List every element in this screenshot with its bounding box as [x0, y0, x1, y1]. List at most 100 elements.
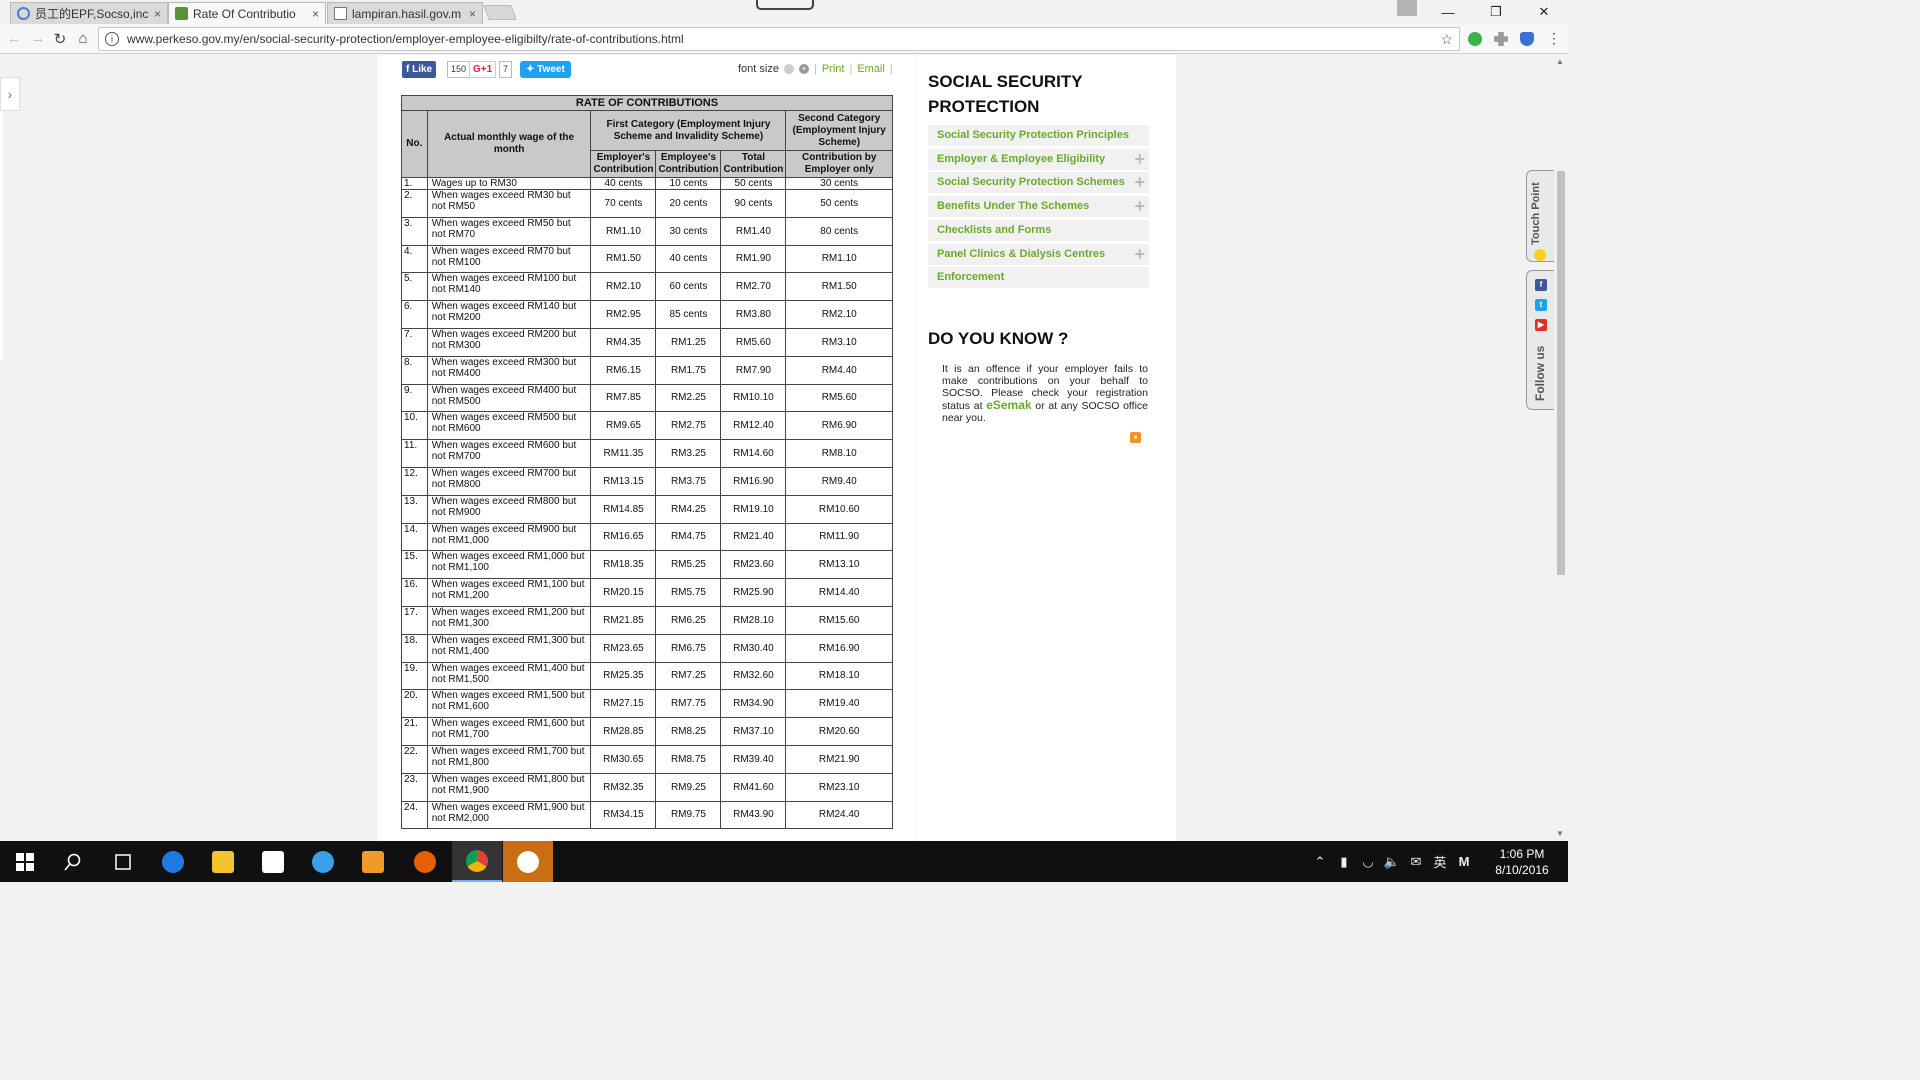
sidebar-menu-item[interactable]: Social Security Protection Schemes +: [928, 172, 1149, 194]
taskbar-wechat[interactable]: [503, 841, 553, 882]
table-row: 14. When wages exceed RM900 but not RM1,0…: [401, 522, 893, 552]
employer-only-contribution: RM19.40: [785, 689, 893, 719]
expand-plus-icon[interactable]: +: [1134, 245, 1145, 263]
close-window-icon[interactable]: ✕: [1520, 0, 1568, 24]
email-link[interactable]: Email: [857, 63, 885, 75]
row-number: 23.: [401, 772, 428, 802]
expand-plus-icon[interactable]: +: [1134, 150, 1145, 168]
tweet-button[interactable]: ✦ Tweet: [520, 61, 571, 78]
battery-icon[interactable]: ▮: [1332, 854, 1356, 870]
tab-rate-of-contributions[interactable]: Rate Of Contributio ×: [168, 2, 326, 24]
row-number: 13.: [401, 494, 428, 524]
puzzle-extension-icon[interactable]: [1494, 32, 1508, 46]
row-number: 24.: [401, 800, 428, 830]
menu-item-label: Social Security Protection Schemes: [937, 176, 1125, 189]
notification-icon[interactable]: ✉: [1404, 854, 1428, 870]
taskbar-edge[interactable]: [148, 841, 198, 882]
wifi-icon[interactable]: ◡: [1356, 854, 1380, 870]
twitter-icon[interactable]: t: [1535, 299, 1547, 311]
wage-range: When wages exceed RM1,200 but not RM1,30…: [426, 605, 592, 635]
sidebar-menu-item[interactable]: Employer & Employee Eligibility +: [928, 148, 1149, 170]
menu-kebab-icon[interactable]: ⋮: [1544, 30, 1564, 47]
volume-icon[interactable]: 🔈: [1380, 854, 1404, 870]
close-icon[interactable]: ×: [312, 7, 319, 21]
facebook-icon[interactable]: f: [1535, 279, 1547, 291]
sidebar-menu-item[interactable]: Enforcement: [928, 267, 1149, 289]
employer-contribution: RM20.15: [590, 578, 657, 607]
employer-contribution: RM11.35: [590, 439, 657, 468]
side-panel-toggle-button[interactable]: ›: [0, 77, 20, 111]
ime-mode-icon[interactable]: M: [1452, 854, 1476, 869]
table-row: 1. Wages up to RM30 40 cents 10 cents 50 cen…: [401, 177, 893, 190]
font-increase-icon[interactable]: +: [798, 64, 809, 74]
close-icon[interactable]: ×: [154, 7, 161, 21]
expand-plus-icon[interactable]: +: [1134, 197, 1145, 215]
new-tab-button[interactable]: [483, 5, 517, 20]
table-row: 15. When wages exceed RM1,000 but not RM1…: [401, 550, 893, 580]
google-plus-button[interactable]: G+1: [469, 61, 497, 78]
start-button[interactable]: [0, 841, 50, 882]
extension-green-icon[interactable]: [1468, 32, 1482, 46]
employee-contribution: RM8.25: [655, 717, 722, 746]
row-number: 7.: [401, 327, 428, 357]
scroll-down-icon[interactable]: ▼: [1556, 829, 1564, 838]
restore-icon[interactable]: ❐: [1472, 0, 1520, 24]
employer-only-contribution: RM6.90: [785, 411, 893, 441]
user-profile-icon[interactable]: [1397, 0, 1417, 16]
clock-time: 1:06 PM: [1499, 846, 1545, 861]
bookmark-star-icon[interactable]: ☆: [1440, 31, 1453, 48]
employer-contribution: RM2.10: [590, 272, 657, 302]
store-icon: [262, 850, 284, 873]
employer-only-contribution: RM20.60: [785, 717, 893, 746]
taskbar-internet-explorer[interactable]: [298, 841, 348, 882]
esemak-link[interactable]: eSemak: [986, 398, 1031, 412]
forward-icon[interactable]: →: [28, 30, 48, 47]
like-label: Like: [412, 64, 433, 75]
total-contribution: RM16.90: [720, 466, 787, 496]
taskbar-firefox[interactable]: [400, 841, 450, 882]
clock[interactable]: 1:06 PM 8/10/2016: [1476, 846, 1568, 878]
taskbar-chrome[interactable]: [452, 841, 502, 882]
print-link[interactable]: Print: [822, 63, 845, 75]
sidebar-menu-item[interactable]: Benefits Under The Schemes +: [928, 196, 1149, 218]
wage-range: When wages exceed RM30 but not RM50: [426, 189, 592, 218]
wage-range: When wages exceed RM1,600 but not RM1,70…: [426, 717, 592, 746]
facebook-like-button[interactable]: f Like: [402, 61, 437, 78]
font-decrease-icon[interactable]: [783, 64, 794, 74]
youtube-icon[interactable]: ▶: [1535, 319, 1547, 331]
tab-epf[interactable]: 员工的EPF,Socso,ince ×: [10, 2, 168, 24]
sidebar-menu-item[interactable]: Panel Clinics & Dialysis Centres +: [928, 243, 1149, 265]
back-icon[interactable]: ←: [4, 30, 24, 47]
address-bar[interactable]: i www.perkeso.gov.my/en/social-security-…: [98, 27, 1460, 51]
scroll-thumb[interactable]: [1557, 171, 1565, 575]
page-scrollbar[interactable]: ▲ ▼: [1554, 55, 1568, 841]
taskbar-media-player[interactable]: [348, 841, 398, 882]
close-icon[interactable]: ×: [469, 7, 476, 21]
reload-icon[interactable]: ↻: [50, 30, 70, 48]
ime-language[interactable]: 英: [1428, 852, 1452, 871]
expand-plus-icon[interactable]: +: [1134, 173, 1145, 191]
total-contribution: RM32.60: [720, 661, 787, 691]
sidebar-menu-item[interactable]: Social Security Protection Principles: [928, 125, 1149, 146]
taskbar-store[interactable]: [248, 841, 298, 882]
wage-range: When wages exceed RM900 but not RM1,000: [426, 522, 592, 552]
scroll-up-icon[interactable]: ▲: [1556, 57, 1564, 66]
windows-taskbar: ⌃ ▮ ◡ 🔈 ✉ 英 M 1:06 PM 8/10/2016: [0, 841, 1568, 882]
touch-point-widget[interactable]: Touch Point: [1526, 170, 1554, 262]
row-number: 1.: [401, 177, 428, 190]
rss-icon[interactable]: ●: [1130, 432, 1141, 443]
tab-lampiran[interactable]: lampiran.hasil.gov.m ×: [327, 2, 483, 24]
minimize-icon[interactable]: —: [1424, 0, 1472, 24]
shield-extension-icon[interactable]: [1520, 32, 1534, 46]
search-button[interactable]: [48, 841, 98, 882]
chevron-up-icon[interactable]: ⌃: [1308, 854, 1332, 870]
task-view-button[interactable]: [98, 841, 148, 882]
divider: |: [813, 63, 817, 75]
taskbar-file-explorer[interactable]: [198, 841, 248, 882]
sidebar-menu-item[interactable]: Checklists and Forms: [928, 219, 1149, 241]
info-icon[interactable]: i: [105, 32, 119, 46]
home-icon[interactable]: ⌂: [73, 30, 93, 47]
page-viewport: › f Like 150 G+1 7 ✦ Tweet font size + |…: [0, 55, 1554, 841]
employer-contribution: RM13.15: [590, 466, 657, 496]
wage-range: When wages exceed RM1,000 but not RM1,10…: [426, 550, 592, 580]
